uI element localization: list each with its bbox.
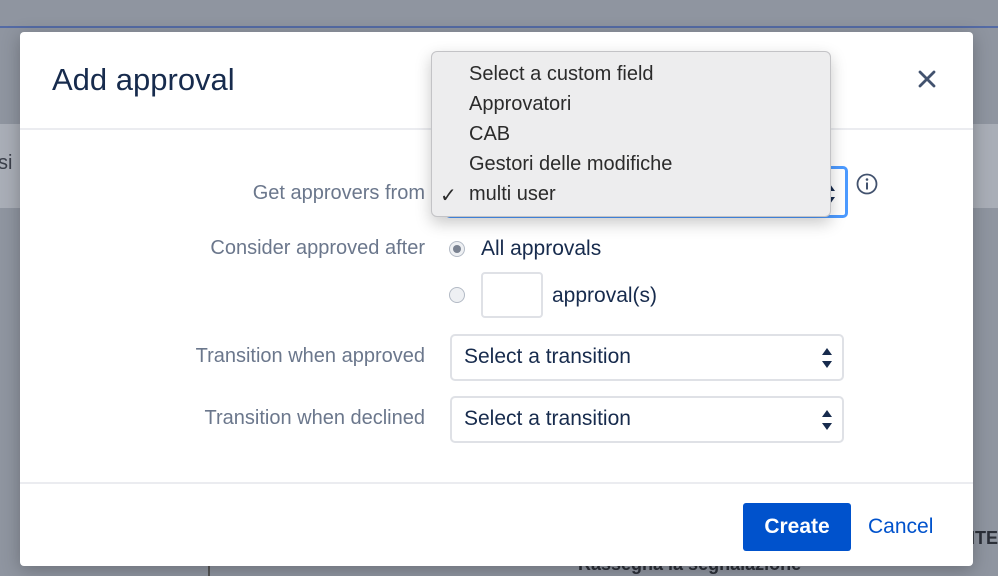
- select-arrows-icon: [822, 410, 832, 430]
- approval-count-input[interactable]: [481, 272, 543, 318]
- approvers-dropdown-menu: Select a custom field Approvatori CAB Ge…: [431, 51, 831, 217]
- checkmark-icon: ✓: [440, 185, 457, 207]
- transition-declined-value: Select a transition: [464, 407, 631, 430]
- approval-count-suffix: approval(s): [552, 284, 658, 307]
- transition-approved-label: Transition when approved: [195, 345, 425, 367]
- dropdown-option[interactable]: Gestori delle modifiche: [469, 153, 672, 176]
- background-header-line: [0, 26, 998, 28]
- dropdown-option[interactable]: Select a custom field: [469, 63, 654, 86]
- consider-approved-label: Consider approved after: [210, 237, 425, 259]
- dropdown-option[interactable]: Approvatori: [469, 93, 571, 116]
- transition-declined-select[interactable]: Select a transition: [450, 396, 844, 443]
- transition-approved-value: Select a transition: [464, 345, 631, 368]
- background-side-text: si: [0, 152, 13, 174]
- transition-declined-label: Transition when declined: [204, 407, 426, 429]
- cancel-button[interactable]: Cancel: [868, 515, 933, 539]
- all-approvals-label: All approvals: [481, 237, 602, 260]
- approvers-label: Get approvers from: [252, 182, 425, 204]
- create-button[interactable]: Create: [743, 503, 851, 551]
- dropdown-option-selected[interactable]: multi user: [469, 183, 556, 206]
- dropdown-option[interactable]: CAB: [469, 123, 510, 146]
- select-arrows-icon: [822, 348, 832, 368]
- background-side-panel: si: [0, 124, 22, 208]
- background-divider: [208, 566, 210, 576]
- dialog-title: Add approval: [52, 62, 235, 97]
- count-approvals-radio[interactable]: [449, 287, 465, 303]
- dialog-footer-divider: [20, 482, 973, 484]
- background-right-panel: [972, 124, 998, 208]
- info-icon[interactable]: [856, 173, 878, 195]
- close-icon: [918, 70, 936, 88]
- all-approvals-radio[interactable]: [449, 241, 465, 257]
- transition-approved-select[interactable]: Select a transition: [450, 334, 844, 381]
- close-button[interactable]: [913, 65, 941, 93]
